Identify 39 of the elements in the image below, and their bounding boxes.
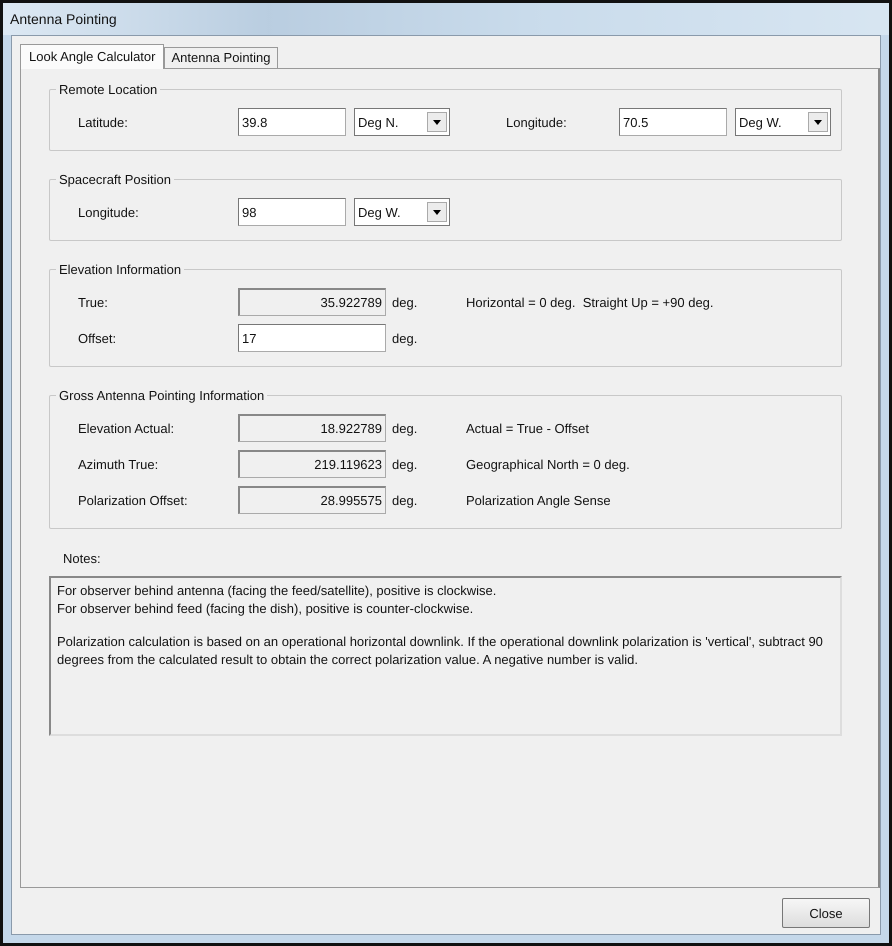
field-label: Azimuth True:	[78, 456, 160, 472]
notes-paragraph: For observer behind antenna (facing the feed/satellite), positive is clockwise. For observer behind feed (facing the dish), positive is counter-clockwise.	[57, 582, 498, 618]
notes-label: Notes:	[63, 551, 102, 566]
readonly-field: 18.922789	[238, 414, 386, 442]
input-field[interactable]: 98	[238, 198, 346, 226]
group-title: Gross Antenna Pointing Information	[56, 388, 268, 403]
field-label: Longitude:	[78, 204, 140, 220]
close-button[interactable]: Close	[782, 898, 870, 928]
unit-label: deg.	[392, 420, 418, 436]
hint-text: Polarization Angle Sense	[466, 492, 611, 508]
input-field[interactable]: 39.8	[238, 108, 346, 136]
unit-label: deg.	[392, 456, 418, 472]
field-label: Latitude:	[78, 114, 129, 130]
tab[interactable]: Look Angle Calculator	[20, 44, 164, 69]
field-label: Longitude:	[506, 114, 568, 130]
notes-paragraph: Polarization calculation is based on an operational horizontal downlink. If the operational downlink polarization is 'vertical', subtract 90 degrees from the calculated result to obtain the correct polarization value. A negative number is valid.	[57, 633, 824, 668]
group-title: Spacecraft Position	[56, 172, 174, 187]
tab[interactable]: Antenna Pointing	[164, 47, 278, 68]
readonly-field: 219.119623	[238, 450, 386, 478]
input-field[interactable]: 17	[238, 324, 386, 352]
field-label: Offset:	[78, 330, 118, 346]
unit-label: deg.	[392, 330, 418, 346]
field-label: Elevation Actual:	[78, 420, 176, 436]
field-label: Polarization Offset:	[78, 492, 189, 508]
hint-text: Geographical North = 0 deg.	[466, 456, 630, 472]
hint-text: Actual = True - Offset	[466, 420, 589, 436]
dropdown[interactable]: Deg W.	[354, 198, 450, 226]
dropdown[interactable]: Deg W.	[735, 108, 831, 136]
readonly-field: 35.922789	[238, 288, 386, 316]
unit-label: deg.	[392, 294, 418, 310]
field-label: True:	[78, 294, 109, 310]
hint-text: Horizontal = 0 deg. Straight Up = +90 deg.	[466, 294, 714, 310]
dropdown[interactable]: Deg N.	[354, 108, 450, 136]
group-title: Remote Location	[56, 82, 160, 97]
readonly-field: 28.995575	[238, 486, 386, 514]
input-field[interactable]: 70.5	[619, 108, 727, 136]
group-title: Elevation Information	[56, 262, 184, 277]
unit-label: deg.	[392, 492, 418, 508]
window-title: Antenna Pointing	[10, 11, 117, 27]
